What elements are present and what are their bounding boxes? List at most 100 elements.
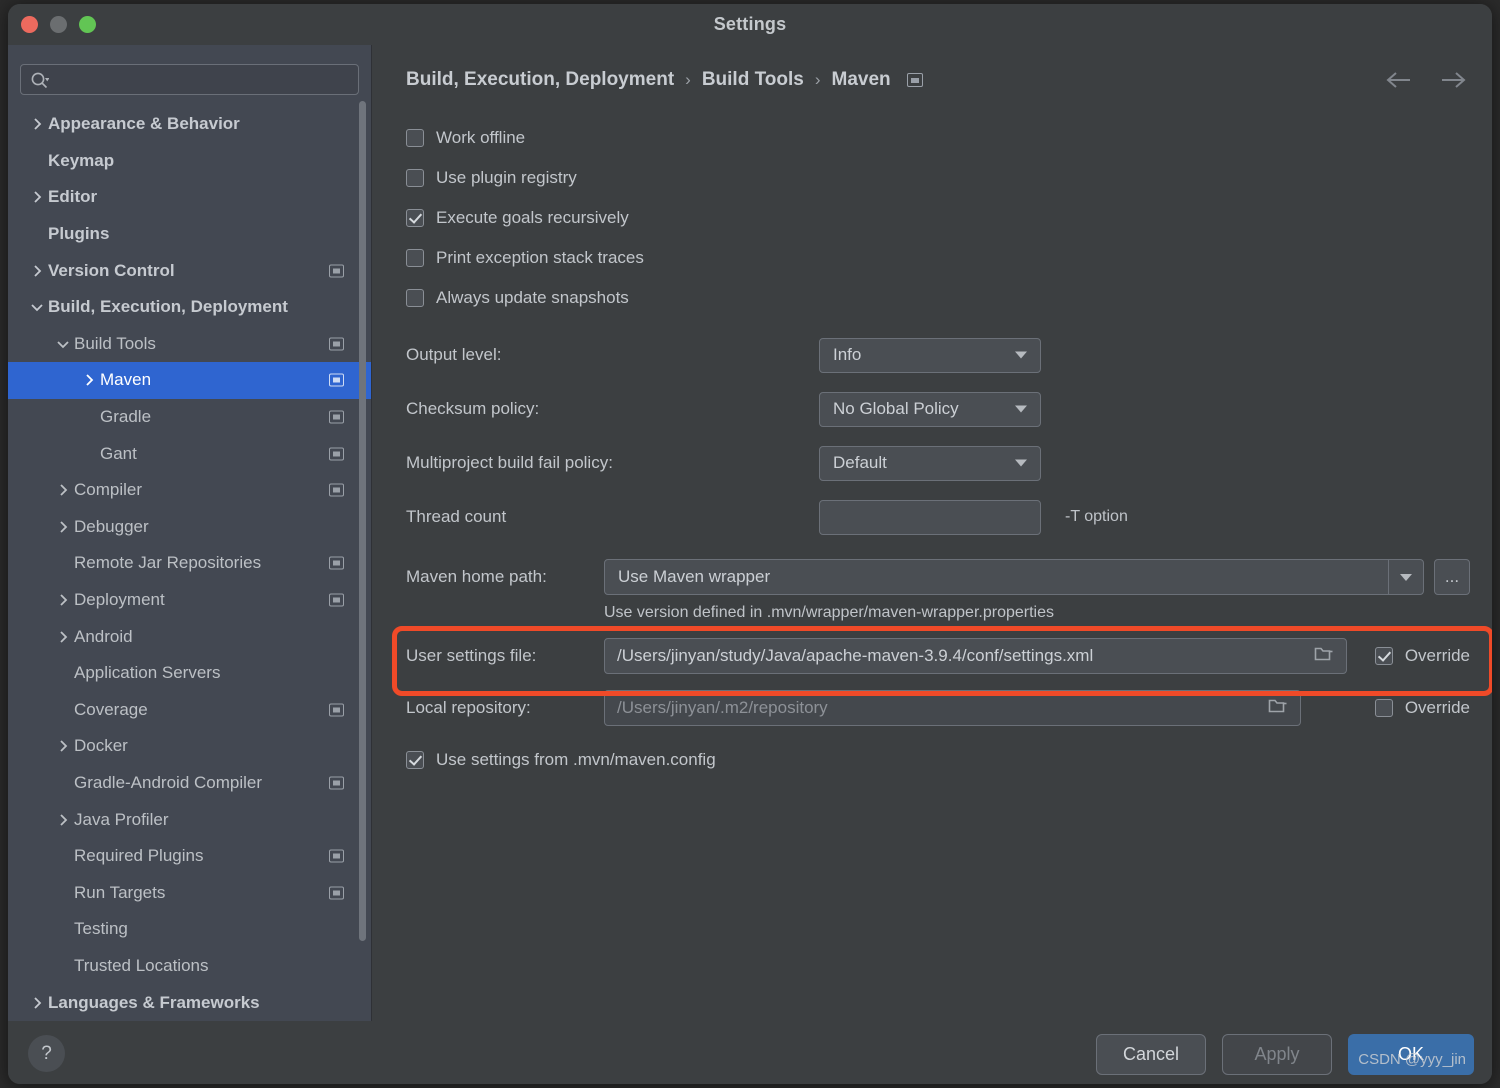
combo-checksum-policy[interactable]: No Global Policy [819, 391, 1041, 427]
sidebar-item-keymap[interactable]: Keymap [8, 143, 371, 180]
sidebar-item-gradle[interactable]: Gradle [8, 399, 371, 436]
sidebar-item-android[interactable]: Android [8, 618, 371, 655]
sidebar-scrollbar[interactable] [359, 101, 366, 941]
checkbox-row-execute-goals-recursively[interactable]: Execute goals recursively [406, 198, 1470, 238]
chevron-right-icon[interactable] [52, 482, 74, 498]
chevron-right-icon[interactable] [26, 189, 48, 205]
chevron-down-icon[interactable] [1015, 405, 1027, 413]
combo-output-level[interactable]: Info [819, 337, 1041, 373]
chevron-right-icon[interactable] [52, 592, 74, 608]
sidebar-item-deployment[interactable]: Deployment [8, 582, 371, 619]
chevron-right-icon[interactable] [78, 372, 100, 388]
chevron-down-icon[interactable] [52, 336, 74, 352]
chevron-right-icon[interactable] [52, 629, 74, 645]
sidebar-item-languages-frameworks[interactable]: Languages & Frameworks [8, 984, 371, 1021]
checkbox-row-print-exception-stack-traces[interactable]: Print exception stack traces [406, 238, 1470, 278]
sidebar-item-plugins[interactable]: Plugins [8, 216, 371, 253]
sidebar-item-label: Coverage [74, 699, 148, 719]
user-settings-file-input[interactable]: /Users/jinyan/study/Java/apache-maven-3.… [604, 638, 1347, 674]
sidebar-item-coverage[interactable]: Coverage [8, 692, 371, 729]
sidebar-item-appearance-behavior[interactable]: Appearance & Behavior [8, 106, 371, 143]
sidebar-item-application-servers[interactable]: Application Servers [8, 655, 371, 692]
local-repository-input[interactable]: /Users/jinyan/.m2/repository [604, 690, 1301, 726]
breadcrumb: Build, Execution, Deployment › Build Too… [406, 69, 923, 91]
input-thread-count[interactable] [819, 499, 1041, 535]
project-scope-badge-icon [906, 73, 923, 87]
arrow-left-icon[interactable] [1384, 69, 1414, 96]
sidebar-item-label: Languages & Frameworks [48, 992, 260, 1012]
sidebar-item-label: Editor [48, 187, 98, 207]
sidebar-item-testing[interactable]: Testing [8, 911, 371, 948]
use-maven-config-row[interactable]: Use settings from .mvn/maven.config [406, 740, 1470, 780]
checkbox-row-work-offline[interactable]: Work offline [406, 118, 1470, 158]
combo-multiproject-build-fail-policy[interactable]: Default [819, 445, 1041, 481]
project-scope-badge-icon [329, 373, 344, 387]
sidebar-item-editor[interactable]: Editor [8, 179, 371, 216]
chevron-down-icon[interactable] [1388, 560, 1423, 594]
sidebar-item-debugger[interactable]: Debugger [8, 509, 371, 546]
chevron-down-icon[interactable] [26, 299, 48, 315]
sidebar-item-compiler[interactable]: Compiler [8, 472, 371, 509]
sidebar-item-required-plugins[interactable]: Required Plugins [8, 838, 371, 875]
project-scope-badge-icon [329, 886, 344, 900]
sidebar-item-java-profiler[interactable]: Java Profiler [8, 801, 371, 838]
navigation-arrows [1384, 69, 1468, 96]
chevron-right-icon[interactable] [26, 263, 48, 279]
chevron-down-icon[interactable] [1015, 351, 1027, 359]
project-scope-badge-icon [329, 264, 344, 278]
checkbox-use-plugin-registry[interactable] [406, 169, 424, 187]
sidebar-item-label: Appearance & Behavior [48, 114, 240, 134]
help-button[interactable]: ? [28, 1035, 65, 1072]
maven-home-browse-button[interactable]: ... [1434, 559, 1470, 595]
sidebar-item-gant[interactable]: Gant [8, 435, 371, 472]
cancel-button[interactable]: Cancel [1096, 1034, 1206, 1075]
settings-tree[interactable]: Appearance & Behavior Keymap Editor Plugins… [8, 106, 371, 1021]
sidebar-item-trusted-locations[interactable]: Trusted Locations [8, 948, 371, 985]
field-label-thread-count: Thread count [406, 507, 507, 526]
sidebar-item-label: Trusted Locations [74, 955, 209, 975]
sidebar-item-remote-jar-repositories[interactable]: Remote Jar Repositories [8, 545, 371, 582]
search-input[interactable] [57, 65, 351, 96]
chevron-right-icon[interactable] [52, 738, 74, 754]
maven-home-path-row: Maven home path: Use Maven wrapper ... [406, 552, 1470, 602]
project-scope-badge-icon [329, 483, 344, 497]
maven-home-path-value: Use Maven wrapper [618, 567, 771, 586]
use-maven-config-checkbox[interactable] [406, 751, 424, 769]
sidebar-item-label: Plugins [48, 224, 110, 244]
sidebar-item-docker[interactable]: Docker [8, 728, 371, 765]
checkbox-print-exception-stack-traces[interactable] [406, 249, 424, 267]
checkbox-execute-goals-recursively[interactable] [406, 209, 424, 227]
field-note-thread-count: -T option [1065, 508, 1128, 525]
sidebar-item-run-targets[interactable]: Run Targets [8, 874, 371, 911]
folder-icon[interactable] [1314, 645, 1334, 667]
sidebar-item-version-control[interactable]: Version Control [8, 252, 371, 289]
checkbox-row-use-plugin-registry[interactable]: Use plugin registry [406, 158, 1470, 198]
local-repository-override-toggle[interactable]: Override [1374, 698, 1470, 718]
apply-button[interactable]: Apply [1222, 1034, 1332, 1075]
chevron-right-icon[interactable] [52, 519, 74, 535]
folder-icon[interactable] [1268, 697, 1288, 719]
sidebar-item-maven[interactable]: Maven [8, 362, 371, 399]
sidebar-item-build-execution-deployment[interactable]: Build, Execution, Deployment [8, 289, 371, 326]
breadcrumb-item-build-tools[interactable]: Build Tools [702, 69, 804, 91]
breadcrumb-item-build-execution-deployment[interactable]: Build, Execution, Deployment [406, 69, 674, 91]
checkbox-always-update-snapshots[interactable] [406, 289, 424, 307]
field-row-thread-count: Thread count -T option [406, 490, 1470, 544]
chevron-right-icon[interactable] [26, 116, 48, 132]
chevron-right-icon[interactable] [26, 995, 48, 1011]
user-settings-override-toggle[interactable]: Override [1374, 646, 1470, 666]
arrow-right-icon[interactable] [1438, 69, 1468, 96]
sidebar-item-build-tools[interactable]: Build Tools [8, 326, 371, 363]
sidebar-item-gradle-android-compiler[interactable]: Gradle-Android Compiler [8, 765, 371, 802]
field-row-multiproject-build-fail-policy: Multiproject build fail policy: Default [406, 436, 1470, 490]
maven-home-path-combo[interactable]: Use Maven wrapper [604, 559, 1424, 595]
checkbox-row-always-update-snapshots[interactable]: Always update snapshots [406, 278, 1470, 318]
breadcrumb-item-maven[interactable]: Maven [832, 69, 891, 91]
search-box[interactable] [20, 64, 359, 96]
chevron-down-icon[interactable] [1015, 459, 1027, 467]
maven-fields-list: Output level: Info Checksum policy: No Glob… [406, 328, 1470, 544]
local-repository-override-checkbox[interactable] [1374, 699, 1393, 717]
user-settings-override-checkbox[interactable] [1374, 647, 1393, 665]
chevron-right-icon[interactable] [52, 812, 74, 828]
checkbox-work-offline[interactable] [406, 129, 424, 147]
